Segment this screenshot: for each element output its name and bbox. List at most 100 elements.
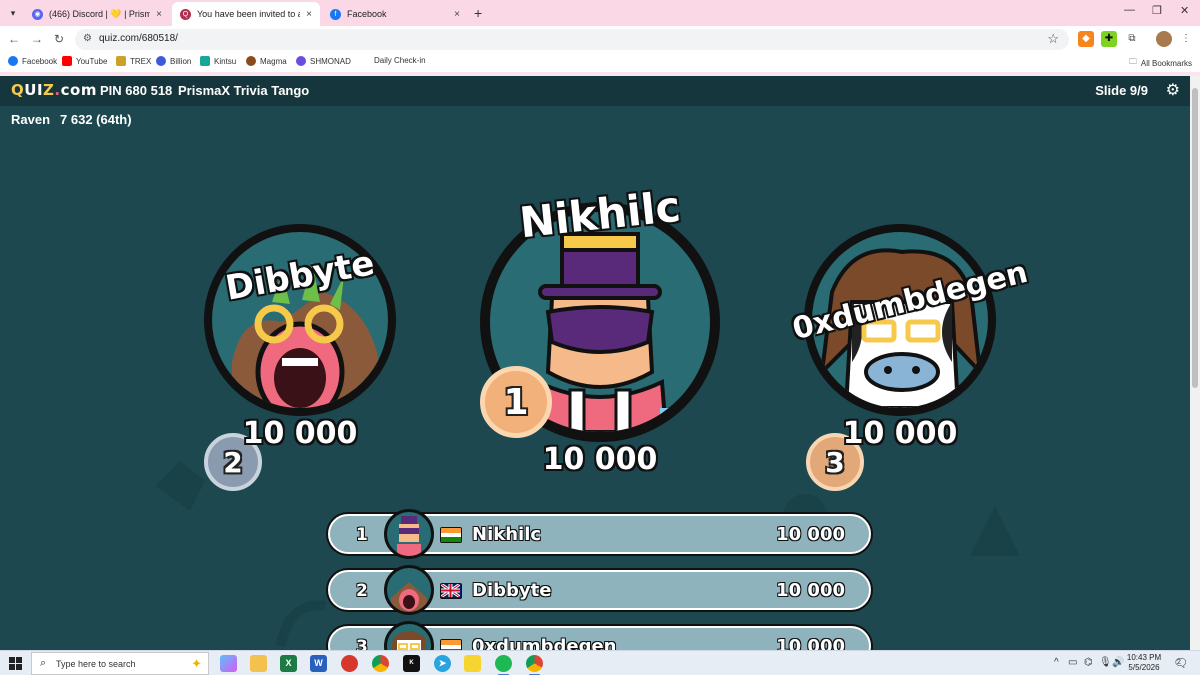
telegram-icon[interactable]: ➤ <box>434 655 451 672</box>
profile-avatar[interactable] <box>1156 31 1172 47</box>
close-icon[interactable]: × <box>454 9 460 20</box>
excel-icon[interactable]: X <box>280 655 297 672</box>
podium-score: 10 000 <box>842 416 958 451</box>
bookmark-shmonad[interactable]: SHMONAD <box>296 56 351 66</box>
bookmarks-bar: Facebook YouTube TREX Billion Kintsu Mag… <box>0 53 1200 72</box>
leaderboard-row[interactable]: 1 Nikhilc 10 000 <box>328 509 871 559</box>
browser-tabstrip: ▾ ◉ (466) Discord | 💛 | Prisma × Q You h… <box>0 0 1200 26</box>
quiz-favicon-icon: Q <box>180 8 191 20</box>
slide-counter: Slide 9/9 <box>1095 83 1148 98</box>
folder-icon: 🗀 <box>1128 57 1137 66</box>
close-icon[interactable]: × <box>306 9 312 20</box>
extensions-puzzle-icon[interactable]: ⧉ <box>1124 31 1140 47</box>
facebook-icon <box>8 56 18 66</box>
game-pin: PIN 680 518 <box>100 83 173 98</box>
bookmark-daily-checkin[interactable]: Daily Check-in <box>374 56 426 65</box>
bookmark-facebook[interactable]: Facebook <box>8 56 57 66</box>
url-text[interactable]: quiz.com/680518/ <box>99 33 178 44</box>
india-flag-icon <box>440 527 462 543</box>
quiz-app: QUIZ.com PIN 680 518 PrismaX Trivia Tang… <box>0 76 1190 650</box>
copilot-icon[interactable] <box>220 655 237 672</box>
tab-title: Facebook <box>347 9 387 19</box>
0xdumbdegen-avatar-icon <box>391 631 427 650</box>
sticky-notes-icon[interactable] <box>464 655 481 672</box>
discord-icon: ◉ <box>32 8 43 20</box>
all-bookmarks[interactable]: 🗀 All Bookmarks <box>1129 56 1192 70</box>
spotify-icon[interactable] <box>495 655 512 675</box>
clock-time: 10:43 PM <box>1126 653 1162 662</box>
browser-toolbar: ← → ↻ ⚙ quiz.com/680518/ ☆ ◆ ✚ ⧉ ⋮ <box>0 26 1200 53</box>
leaderboard-row[interactable]: 3 0xdumbdegen 10 000 <box>328 621 871 650</box>
row-rank: 1 <box>356 525 368 545</box>
bookmark-youtube[interactable]: YouTube <box>62 56 107 66</box>
maximize-icon[interactable]: ❐ <box>1152 4 1162 17</box>
background-doodle-icon <box>970 506 1020 556</box>
billion-icon <box>156 56 166 66</box>
chrome-icon[interactable] <box>372 655 389 672</box>
notifications-icon[interactable]: 🗨 2 <box>1173 656 1188 670</box>
minimize-icon[interactable]: — <box>1124 4 1135 16</box>
tray-device-icon[interactable]: ▭ <box>1068 657 1077 668</box>
player-name: Raven <box>11 112 51 127</box>
background-doodle-icon <box>275 600 326 648</box>
bookmark-kintsu[interactable]: Kintsu <box>200 56 236 66</box>
row-avatar <box>384 621 434 650</box>
windows-start-icon[interactable] <box>9 657 22 670</box>
kintsu-icon <box>200 56 210 66</box>
volume-icon[interactable]: 🔊 <box>1112 657 1124 668</box>
file-explorer-icon[interactable] <box>250 655 267 672</box>
trex-icon <box>116 56 126 66</box>
close-window-icon[interactable]: ✕ <box>1180 4 1189 17</box>
microphone-icon[interactable]: 🎙 <box>1099 657 1112 668</box>
bookmark-billion[interactable]: Billion <box>156 56 191 66</box>
tab-search-icon[interactable]: ▾ <box>6 6 20 20</box>
tab-facebook[interactable]: f Facebook × <box>322 2 468 26</box>
tray-chevron-icon[interactable]: ^ <box>1054 657 1059 668</box>
row-avatar <box>384 565 434 615</box>
row-score: 10 000 <box>776 524 845 545</box>
windows-taskbar: ⌕ Type here to search ✦ X W K ➤ ^ ▭ ⌬ 🎙 … <box>0 650 1200 675</box>
metamask-extension-icon[interactable]: ◆ <box>1078 31 1094 47</box>
row-avatar <box>384 509 434 559</box>
podium-score: 10 000 <box>542 442 658 477</box>
tab-quiz[interactable]: Q You have been invited to a quiz × <box>172 2 320 26</box>
close-icon[interactable]: × <box>156 9 162 20</box>
browser-menu-icon[interactable]: ⋮ <box>1178 31 1194 47</box>
row-score: 10 000 <box>776 580 845 601</box>
settings-gear-icon[interactable]: ⚙ <box>1166 80 1180 100</box>
reload-icon[interactable]: ↻ <box>54 32 64 46</box>
extension-icon[interactable]: ✚ <box>1101 31 1117 47</box>
sparkle-icon: ✦ <box>191 656 202 671</box>
kiosk-app-icon[interactable]: K <box>403 655 420 672</box>
quiz-title: PrismaX Trivia Tango <box>178 83 310 98</box>
forward-icon[interactable]: → <box>31 32 43 46</box>
india-flag-icon <box>440 639 462 650</box>
facebook-icon: f <box>330 8 341 20</box>
taskbar-search[interactable]: ⌕ Type here to search ✦ <box>31 652 209 675</box>
leaderboard-row[interactable]: 2 Dibbyte 10 000 <box>328 565 871 615</box>
system-clock[interactable]: 10:43 PM 5/5/2026 <box>1124 653 1164 673</box>
scrollbar-thumb[interactable] <box>1192 88 1198 388</box>
quiz-logo[interactable]: QUIZ.com <box>11 81 97 99</box>
bookmark-magma[interactable]: Magma <box>246 56 287 66</box>
tab-title: You have been invited to a quiz <box>197 9 300 19</box>
site-info-icon[interactable]: ⚙ <box>83 33 92 44</box>
back-icon[interactable]: ← <box>8 32 20 46</box>
network-icon[interactable]: ⌬ <box>1084 657 1093 668</box>
chrome-profile-icon[interactable] <box>526 655 543 675</box>
media-app-icon[interactable] <box>341 655 358 672</box>
nikhilc-avatar-icon <box>397 516 421 556</box>
rank-medal-1: 1 <box>480 366 552 438</box>
new-tab-button[interactable]: + <box>474 5 482 21</box>
quiz-header: QUIZ.com PIN 680 518 PrismaX Trivia Tang… <box>0 76 1190 106</box>
player-score: 7 632 (64th) <box>60 112 132 127</box>
search-icon: ⌕ <box>40 657 47 669</box>
page-scrollbar[interactable] <box>1190 76 1200 650</box>
podium-score: 10 000 <box>242 416 358 451</box>
bookmark-star-icon[interactable]: ☆ <box>1047 31 1059 47</box>
word-icon[interactable]: W <box>310 655 327 672</box>
address-bar[interactable]: ⚙ quiz.com/680518/ ☆ <box>75 29 1069 50</box>
bookmark-trex[interactable]: TREX <box>116 56 151 66</box>
current-player: Raven 7 632 (64th) <box>11 112 132 127</box>
tab-discord[interactable]: ◉ (466) Discord | 💛 | Prisma × <box>24 2 170 26</box>
